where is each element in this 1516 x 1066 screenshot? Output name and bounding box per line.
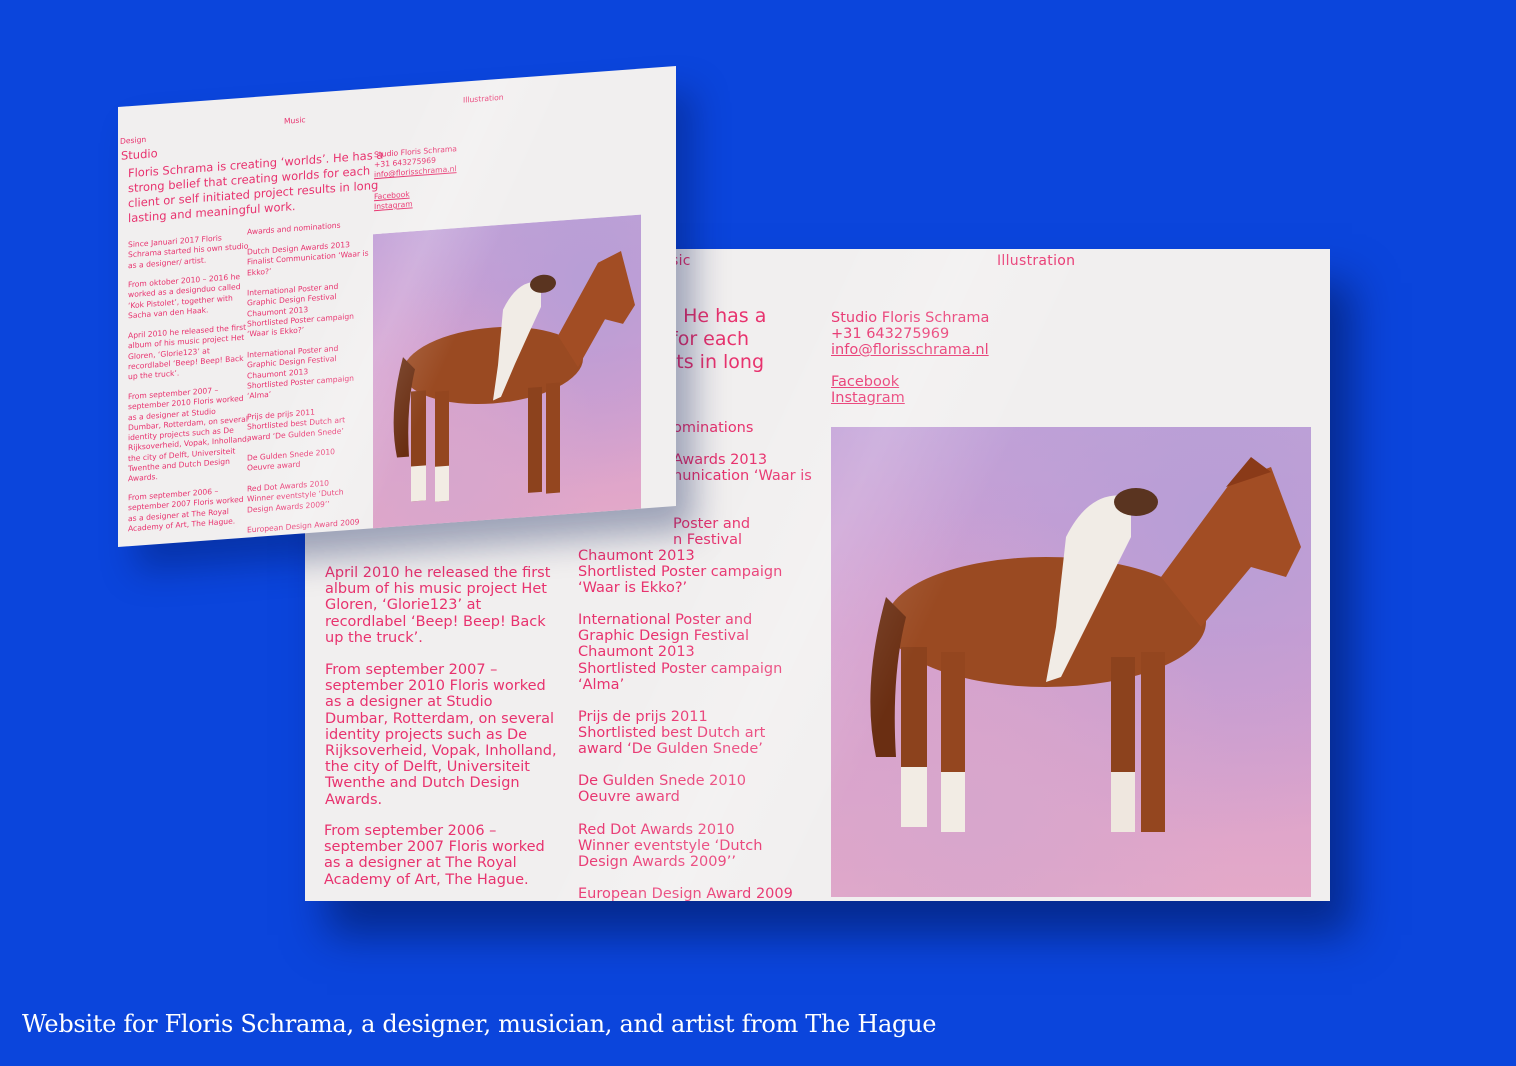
bio-item: From september 2006 – september 2007 Flo…: [128, 486, 244, 534]
nav-studio[interactable]: Studio: [121, 146, 158, 164]
contact-studio: Studio Floris Schrama: [831, 310, 990, 326]
awards-heading: Awards and nominations: [247, 220, 341, 237]
intro-text: . He has a for each lts in long: [671, 305, 767, 373]
award-item: Dutch Design Awards 2013 Finalist Commun…: [247, 239, 369, 278]
award-item: European Design Award 2009: [578, 886, 793, 901]
contact-phone: +31 643275969: [831, 326, 950, 342]
award-partial-2: Poster and n Festival: [673, 516, 751, 549]
bio-item: April 2010 he released the first album o…: [325, 565, 551, 646]
award-item: Shortlisted Poster campaign ‘Waar is Ekk…: [578, 564, 783, 597]
award-item: International Poster and Graphic Design …: [247, 343, 354, 401]
award-item: De Gulden Snede 2010 Oeuvre award: [247, 447, 335, 473]
bio-item: From september 2006 – september 2007 Flo…: [324, 823, 545, 888]
bio-item: From oktober 2010 – 2016 he worked as a …: [128, 272, 241, 321]
instagram-link[interactable]: Instagram: [831, 390, 905, 406]
intro-text: Floris Schrama is creating ‘worlds’. He …: [128, 147, 384, 226]
award-item: Prijs de prijs 2011 Shortlisted best Dut…: [578, 709, 766, 758]
bio-item: From september 2007 – september 2010 Flo…: [325, 662, 557, 808]
awards-heading: ominations: [673, 420, 754, 436]
bio-item: From september 2007 – september 2010 Flo…: [128, 385, 250, 484]
horse-rider-photo: [373, 214, 641, 545]
nav-illustration[interactable]: Illustration: [463, 93, 504, 106]
contact-email-link[interactable]: info@florisschrama.nl: [831, 342, 989, 358]
bio-item: Since Januari 2017 Floris Schrama starte…: [128, 233, 249, 270]
award-item: Prijs de prijs 2011 Shortlisted best Dut…: [247, 407, 346, 443]
award-item: Red Dot Awards 2010 Winner eventstyle ‘D…: [247, 478, 344, 515]
nav-illustration[interactable]: Illustration: [997, 253, 1075, 269]
facebook-link[interactable]: Facebook: [831, 374, 899, 390]
award-item: International Poster and Graphic Design …: [247, 281, 354, 339]
award-item: International Poster and Graphic Design …: [578, 612, 783, 693]
instagram-link[interactable]: Instagram: [374, 199, 413, 212]
award-partial: Awards 2013 nunication ‘Waar is: [673, 452, 812, 485]
caption: Website for Floris Schrama, a designer, …: [22, 1010, 937, 1038]
horse-rider-photo: [831, 427, 1311, 897]
website-mockup-small: Design Studio Music Illustration Floris …: [118, 66, 676, 547]
bio-item: April 2010 he released the first album o…: [128, 322, 247, 382]
award-item: De Gulden Snede 2010 Oeuvre award: [578, 773, 747, 806]
award-item: Red Dot Awards 2010 Winner eventstyle ‘D…: [578, 822, 763, 871]
nav-music[interactable]: Music: [284, 115, 306, 127]
nav-design[interactable]: Design: [120, 135, 146, 147]
award-chaumont-cut: Chaumont 2013: [578, 548, 695, 564]
